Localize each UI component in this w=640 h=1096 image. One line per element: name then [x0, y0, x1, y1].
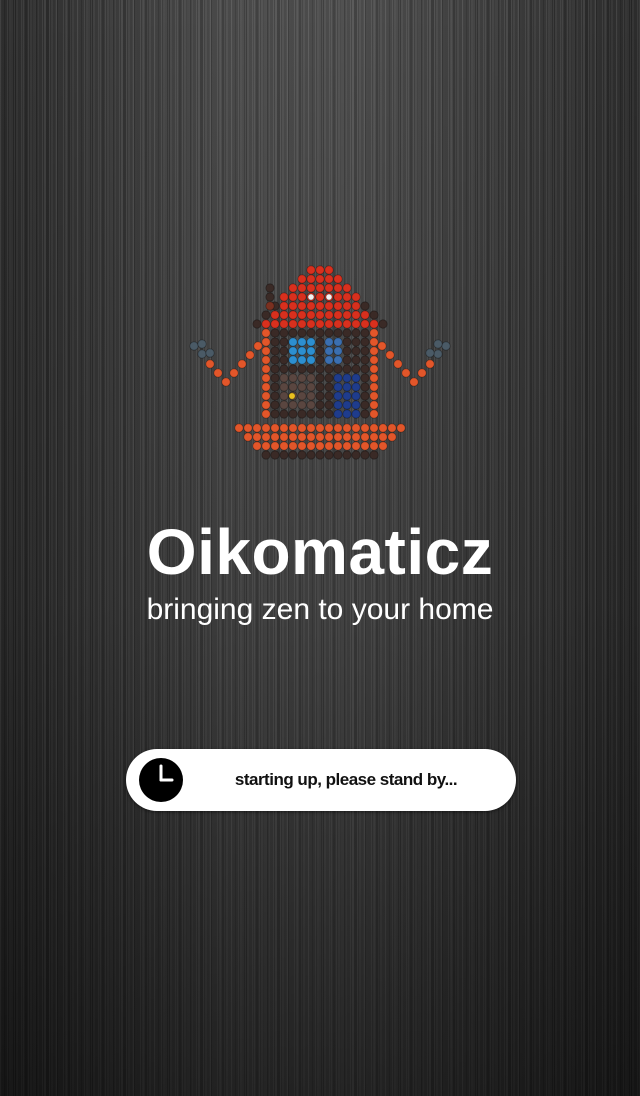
- clock-icon: [139, 758, 183, 802]
- bead-house-mascot-image: [189, 265, 451, 460]
- startup-status-banner: starting up, please stand by...: [126, 749, 516, 811]
- app-tagline: bringing zen to your home: [146, 593, 494, 626]
- logo-mascot: [180, 258, 460, 488]
- app-title: Oikomaticz: [146, 516, 494, 588]
- startup-status-text: starting up, please stand by...: [234, 770, 458, 789]
